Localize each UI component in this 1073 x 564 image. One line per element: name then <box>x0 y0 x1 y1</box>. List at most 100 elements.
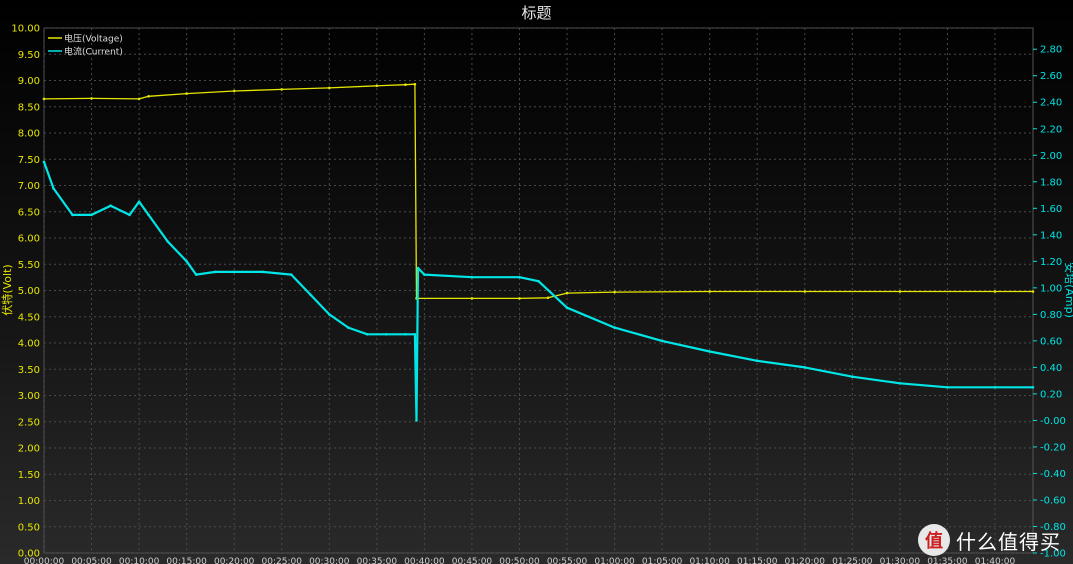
series-2-point <box>194 273 198 276</box>
series-1-point <box>803 290 807 293</box>
y-tick-label: 8.50 <box>18 102 40 113</box>
y-tick-label: 6.50 <box>18 207 40 218</box>
series-2-point <box>347 326 350 329</box>
series-2-point <box>613 326 616 329</box>
series-2-point <box>946 386 949 389</box>
x-tick-label: 01:35:00 <box>927 557 968 564</box>
y-tick-label: 9.00 <box>18 76 40 87</box>
legend-entry: 电压(Voltage) <box>64 33 123 45</box>
y2-tick-label: 2.80 <box>1040 45 1062 56</box>
series-1-point <box>185 92 188 95</box>
series-2-point <box>147 213 150 217</box>
series-1-point <box>147 95 150 98</box>
series-2-point <box>660 339 664 343</box>
x-tick-label: 00:55:00 <box>547 557 588 564</box>
series-1-point <box>90 97 93 100</box>
series-line-1 <box>43 83 1033 300</box>
series-2-point <box>185 260 188 263</box>
series-2-point <box>423 273 426 276</box>
series-2-point <box>309 293 312 296</box>
y2-tick-label: 2.40 <box>1040 98 1062 109</box>
series-2-point <box>755 359 759 363</box>
y-tick-label: 6.00 <box>18 234 40 245</box>
y2-axis-label: 安培(Amp) <box>1063 262 1073 318</box>
y-tick-label: 1.50 <box>18 470 40 481</box>
y-axis-label: 伏特(Volt) <box>0 264 14 315</box>
y-tick-label: 0.50 <box>18 522 40 533</box>
y-tick-label: 5.00 <box>18 286 40 297</box>
x-tick-label: 01:40:00 <box>975 557 1016 564</box>
series-2-point <box>52 187 55 190</box>
y2-tick-label: 1.60 <box>1040 204 1062 215</box>
series-1-point <box>1031 290 1035 293</box>
x-tick-label: 01:30:00 <box>880 557 921 564</box>
series-2-point <box>415 419 418 422</box>
y2-tick-label: 0.20 <box>1040 389 1062 400</box>
y-tick-label: 5.50 <box>18 260 40 271</box>
y2-tick-label: 2.00 <box>1040 151 1062 162</box>
y2-tick-label: 2.20 <box>1040 124 1062 135</box>
y-tick-label: 3.00 <box>18 391 40 402</box>
y-tick-label: 3.50 <box>18 365 40 376</box>
series-1-point <box>898 290 902 293</box>
x-tick-label: 00:40:00 <box>404 557 445 564</box>
series-2-point <box>518 275 521 279</box>
x-tick-label: 00:45:00 <box>452 557 493 564</box>
series-1-point <box>404 83 407 86</box>
y-tick-label: 7.50 <box>18 155 40 166</box>
watermark: 值 什么值得买 <box>918 524 1061 556</box>
series-1-point <box>565 291 569 295</box>
y2-tick-label: 1.00 <box>1040 283 1062 294</box>
watermark-text: 什么值得买 <box>956 529 1061 554</box>
series-1-point <box>375 84 379 88</box>
series-2-point <box>1031 386 1035 389</box>
y2-tick-label: -0.60 <box>1040 495 1066 506</box>
x-tick-label: 01:10:00 <box>689 557 730 564</box>
series-1-point <box>137 97 141 101</box>
x-tick-label: 00:20:00 <box>214 557 255 564</box>
y2-tick-label: 1.20 <box>1040 257 1062 268</box>
series-2-point <box>708 350 711 353</box>
y-tick-label: 8.00 <box>18 129 40 140</box>
series-2-point <box>42 160 46 164</box>
series-1-point <box>328 86 331 90</box>
series-1-point <box>42 97 46 101</box>
series-2-point <box>328 313 331 316</box>
y-tick-label: 2.00 <box>18 444 40 455</box>
series-2-point <box>128 213 131 217</box>
y-tick-label: 2.50 <box>18 417 40 428</box>
series-2-point <box>213 270 217 274</box>
series-2-point <box>898 382 902 385</box>
series-2-point <box>404 333 407 336</box>
x-tick-label: 01:00:00 <box>594 557 635 564</box>
y2-tick-label: 2.60 <box>1040 71 1062 82</box>
x-tick-label: 00:00:00 <box>24 557 65 564</box>
series-2-point <box>416 266 420 270</box>
series-1-point <box>232 89 236 93</box>
y-tick-label: 4.00 <box>18 339 40 350</box>
y-tick-label: 10.00 <box>11 24 40 35</box>
x-tick-label: 00:05:00 <box>71 557 112 564</box>
y-tick-label: 7.00 <box>18 181 40 192</box>
x-tick-label: 01:25:00 <box>832 557 873 564</box>
series-1-point <box>518 297 521 300</box>
series-2-point <box>851 375 854 379</box>
x-tick-label: 00:25:00 <box>262 557 303 564</box>
series-1-point <box>280 88 284 91</box>
x-tick-label: 01:15:00 <box>737 557 778 564</box>
series-2-point <box>137 200 141 203</box>
series-1-point <box>708 290 711 293</box>
series-1-point <box>613 290 616 294</box>
y2-tick-label: 0.40 <box>1040 363 1062 374</box>
y2-tick-label: -0.00 <box>1040 416 1066 427</box>
series-2-point <box>90 213 93 217</box>
x-tick-label: 00:10:00 <box>119 557 160 564</box>
y2-tick-label: -0.40 <box>1040 469 1066 480</box>
series-2-point <box>803 366 807 369</box>
series-1-point <box>470 297 474 300</box>
x-tick-label: 00:35:00 <box>357 557 398 564</box>
x-tick-label: 00:50:00 <box>499 557 540 564</box>
series-2-point <box>232 270 236 274</box>
series-1-point <box>413 82 417 86</box>
series-2-point <box>366 333 369 336</box>
